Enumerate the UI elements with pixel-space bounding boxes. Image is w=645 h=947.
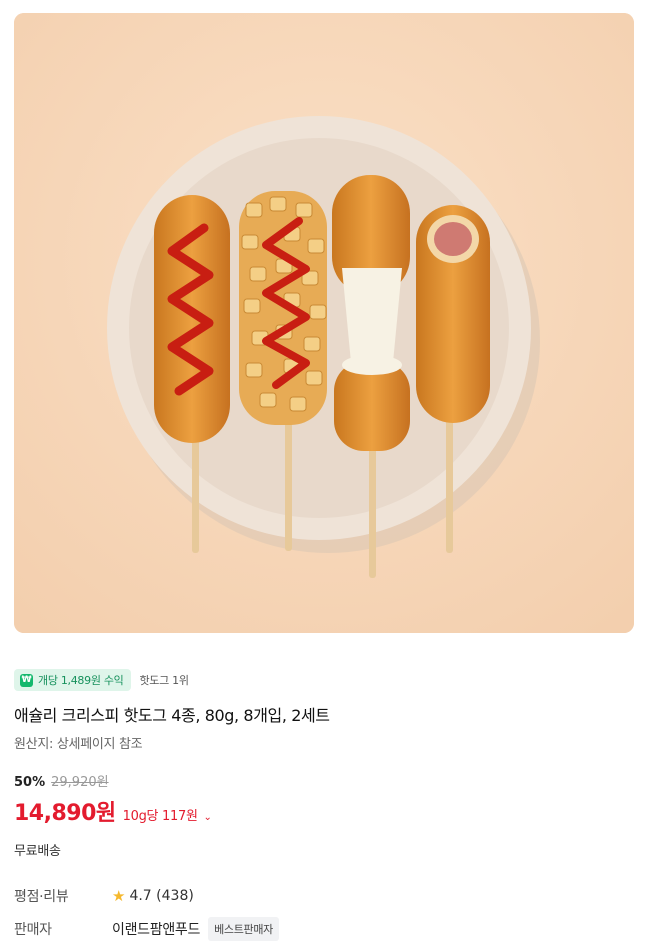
seller-name[interactable]: 이랜드팜앤푸드 — [112, 919, 200, 939]
sale-price: 14,890원 — [14, 801, 116, 826]
star-icon: ★ — [112, 887, 126, 905]
seller-row: 판매자 이랜드팜앤푸드 베스트판매자 — [14, 917, 279, 941]
price-row: 14,890원 10g당 117원 ⌄ — [14, 795, 212, 827]
seller-label: 판매자 — [14, 922, 52, 938]
rating-label: 평점·리뷰 — [14, 889, 69, 905]
discount-row: 50% 29,920원 — [14, 771, 109, 790]
won-icon: ₩ — [20, 673, 33, 687]
category-rank[interactable]: 핫도그 1위 — [139, 672, 188, 688]
earning-badge-label: 개당 1,489원 수익 — [38, 674, 124, 687]
earning-badge: ₩ 개당 1,489원 수익 — [14, 669, 132, 691]
product-title[interactable]: 애슐리 크리스피 핫도그 4종, 80g, 8개입, 2세트 — [14, 702, 330, 726]
best-seller-badge: 베스트판매자 — [208, 917, 279, 941]
product-image[interactable] — [14, 13, 634, 633]
rating-value[interactable]: 4.7 (438) — [129, 888, 193, 904]
discount-rate: 50% — [14, 775, 46, 790]
origin-info: 원산지: 상세페이지 참조 — [14, 737, 143, 752]
unit-price: 10g당 117원 — [122, 809, 198, 824]
badge-row: ₩ 개당 1,489원 수익 핫도그 1위 — [14, 669, 189, 691]
rating-row: 평점·리뷰 ★ 4.7 (438) — [14, 886, 194, 906]
unit-price-toggle[interactable]: 10g당 117원 ⌄ — [123, 805, 212, 824]
chevron-down-icon: ⌄ — [203, 812, 212, 823]
original-price: 29,920원 — [51, 775, 109, 790]
shipping-info: 무료배송 — [14, 844, 61, 859]
hotdog-illustration — [14, 13, 634, 633]
